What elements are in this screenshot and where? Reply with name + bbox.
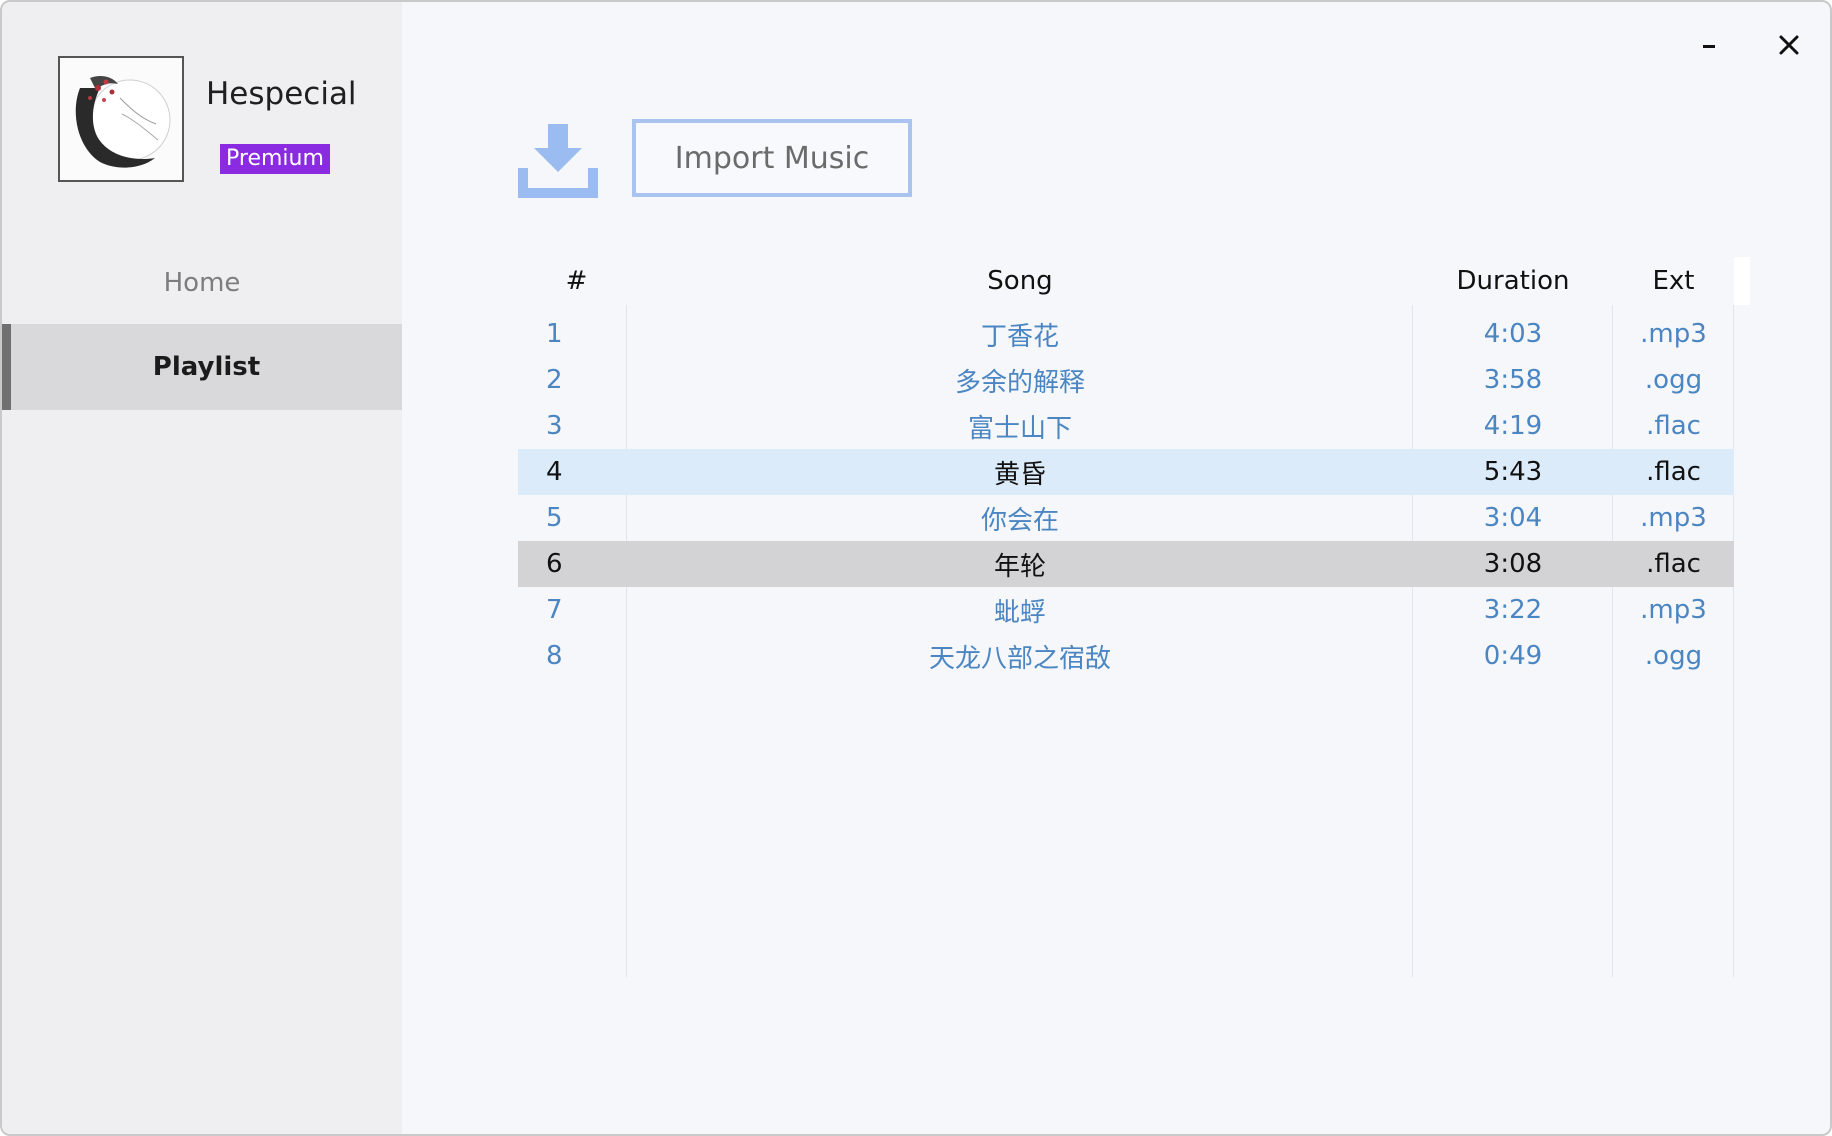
row-number: 8 — [546, 641, 563, 671]
nav-item-playlist[interactable]: Playlist — [2, 324, 402, 410]
row-extension: .flac — [1646, 457, 1701, 487]
avatar[interactable] — [58, 56, 184, 182]
column-header-ext[interactable]: Ext — [1613, 266, 1734, 296]
table-row[interactable]: 2 多余的解释 3:58 .ogg — [518, 357, 1734, 403]
table-row[interactable]: 7 蚍蜉 3:22 .mp3 — [518, 587, 1734, 633]
minimize-icon — [1703, 45, 1715, 48]
row-number: 3 — [546, 411, 563, 441]
table-row[interactable]: 4 黄昏 5:43 .flac — [518, 449, 1734, 495]
row-number: 2 — [546, 365, 563, 395]
row-number: 4 — [546, 457, 563, 487]
row-extension: .flac — [1646, 549, 1701, 579]
row-number: 1 — [546, 319, 563, 349]
row-song-title: 蚍蜉 — [993, 597, 1046, 628]
row-song-title: 年轮 — [993, 551, 1046, 582]
import-music-button[interactable]: Import Music — [632, 119, 912, 197]
table-row[interactable]: 3 富士山下 4:19 .flac — [518, 403, 1734, 449]
row-duration: 5:43 — [1483, 457, 1543, 487]
row-song-title: 黄昏 — [993, 459, 1046, 490]
playlist-table: # Song Duration Ext 1 丁香花 4:03 .mp3 2 多余的解释 3:… — [518, 257, 1750, 977]
row-number: 6 — [546, 549, 563, 579]
row-extension: .mp3 — [1640, 595, 1707, 625]
column-header-number[interactable]: # — [518, 266, 627, 296]
row-duration: 4:19 — [1483, 411, 1543, 441]
row-duration: 0:49 — [1483, 641, 1543, 671]
row-number: 5 — [546, 503, 563, 533]
column-header-duration[interactable]: Duration — [1413, 266, 1613, 296]
row-extension: .mp3 — [1640, 319, 1707, 349]
avatar-artwork-icon — [60, 58, 182, 180]
download-icon[interactable] — [516, 122, 600, 200]
close-icon — [1779, 35, 1799, 55]
nav-item-home[interactable]: Home — [2, 240, 402, 326]
close-button[interactable] — [1764, 20, 1814, 70]
premium-badge: Premium — [220, 144, 330, 174]
row-song-title: 多余的解释 — [954, 367, 1085, 398]
row-extension: .ogg — [1644, 365, 1703, 395]
table-row[interactable]: 5 你会在 3:04 .mp3 — [518, 495, 1734, 541]
row-extension: .mp3 — [1640, 503, 1707, 533]
row-song-title: 富士山下 — [967, 413, 1072, 444]
nav-item-label: Home — [163, 268, 241, 298]
row-song-title: 天龙八部之宿敌 — [928, 643, 1111, 674]
minimize-button[interactable] — [1684, 20, 1734, 70]
app-window: Hespecial Premium Home Playlist Import M… — [0, 0, 1832, 1136]
table-body: 1 丁香花 4:03 .mp3 2 多余的解释 3:58 .ogg 3 富士山下 4:19 .flac… — [518, 311, 1734, 679]
row-song-title: 你会在 — [980, 505, 1059, 536]
column-header-song[interactable]: Song — [627, 266, 1413, 296]
row-extension: .flac — [1646, 411, 1701, 441]
row-duration: 4:03 — [1483, 319, 1543, 349]
table-header: # Song Duration Ext — [518, 257, 1734, 305]
row-duration: 3:04 — [1483, 503, 1543, 533]
row-extension: .ogg — [1644, 641, 1703, 671]
row-number: 7 — [546, 595, 563, 625]
table-row[interactable]: 8 天龙八部之宿敌 0:49 .ogg — [518, 633, 1734, 679]
sidebar: Hespecial Premium Home Playlist — [2, 2, 402, 1134]
row-duration: 3:08 — [1483, 549, 1543, 579]
row-duration: 3:22 — [1483, 595, 1543, 625]
nav-item-label: Playlist — [152, 352, 261, 382]
row-song-title: 丁香花 — [980, 321, 1059, 352]
username: Hespecial — [206, 76, 357, 112]
table-row[interactable]: 6 年轮 3:08 .flac — [518, 541, 1734, 587]
table-row[interactable]: 1 丁香花 4:03 .mp3 — [518, 311, 1734, 357]
row-duration: 3:58 — [1483, 365, 1543, 395]
header-scroll-corner — [1734, 257, 1750, 305]
